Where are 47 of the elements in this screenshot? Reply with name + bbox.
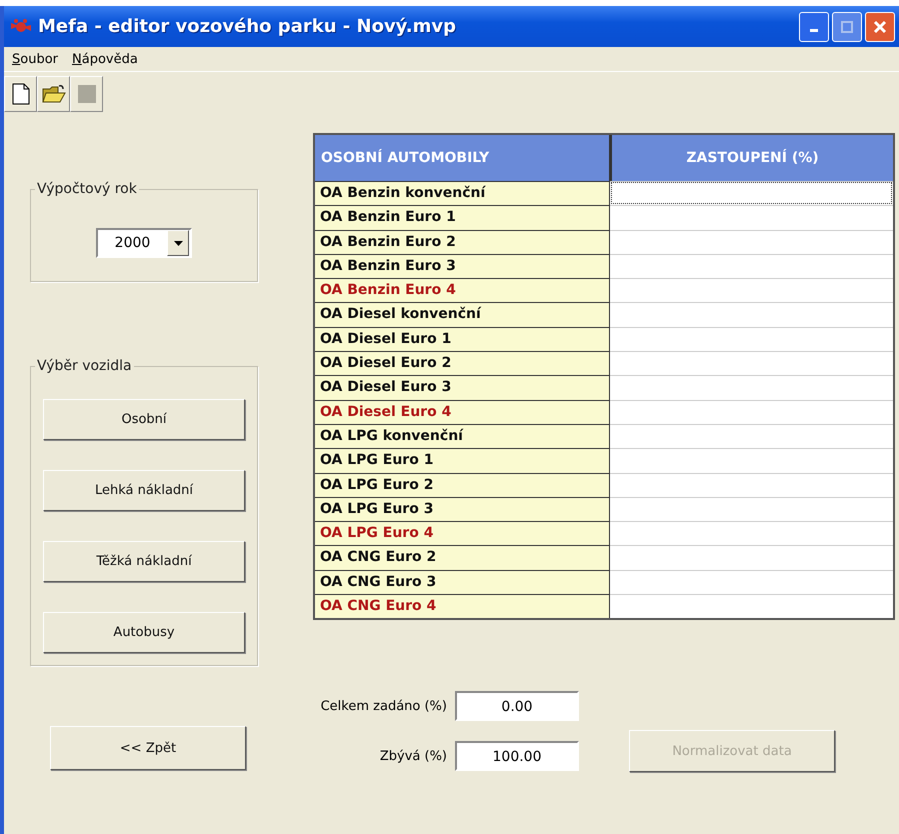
square-icon: [76, 84, 96, 104]
year-dropdown[interactable]: 2000: [96, 228, 192, 258]
app-logo-icon: [10, 18, 32, 34]
close-icon: [873, 20, 887, 34]
vehicle-button[interactable]: Osobní: [43, 399, 245, 440]
row-label: OA CNG Euro 3: [315, 570, 610, 594]
menu-item[interactable]: Nápověda: [72, 52, 138, 66]
row-label: OA Diesel Euro 2: [315, 351, 610, 376]
field-label: Celkem zadáno (%): [320, 698, 447, 714]
maximize-icon: [840, 20, 854, 34]
row-label: OA LPG Euro 2: [315, 472, 610, 497]
group-label: Výběr vozidla: [35, 358, 134, 374]
close-button[interactable]: [865, 12, 895, 42]
vehicle-button[interactable]: Lehká nákladní: [43, 470, 245, 511]
row-label: OA CNG Euro 2: [315, 545, 610, 570]
row-label: OA Benzin Euro 4: [315, 278, 610, 302]
value-cell[interactable]: [610, 181, 893, 206]
folder-icon: [42, 84, 66, 104]
window-title: Mefa - editor vozového parku - Nový.mvp: [38, 16, 457, 37]
minimize-button[interactable]: [799, 12, 829, 42]
value-field[interactable]: 0.00: [455, 691, 579, 721]
value-field[interactable]: 100.00: [455, 741, 579, 771]
row-label: OA Benzin konvenční: [315, 181, 610, 206]
menu-item[interactable]: Soubor: [12, 52, 58, 66]
row-label: OA CNG Euro 4: [315, 594, 610, 618]
row-label: OA Benzin Euro 3: [315, 254, 610, 278]
maximize-button[interactable]: [832, 12, 862, 42]
row-label: OA LPG Euro 4: [315, 521, 610, 546]
row-label: OA Benzin Euro 1: [315, 205, 610, 230]
back-button[interactable]: << Zpět: [50, 726, 246, 770]
field-label: Zbývá (%): [380, 748, 447, 764]
minimize-icon: [810, 29, 818, 32]
row-label: OA LPG Euro 3: [315, 496, 610, 522]
row-label: OA Diesel Euro 4: [315, 400, 610, 424]
dropdown-arrow-icon: [174, 240, 182, 246]
row-label: OA LPG konvenční: [315, 424, 610, 448]
row-label: OA Diesel Euro 3: [315, 375, 610, 400]
vehicle-button[interactable]: Těžká nákladní: [43, 541, 245, 582]
new-file-button[interactable]: [4, 76, 37, 112]
row-label: OA Diesel konvenční: [315, 302, 610, 327]
row-label: OA Diesel Euro 1: [315, 326, 610, 352]
group-label: Výpočtový rok: [35, 181, 139, 197]
vehicle-button[interactable]: Autobusy: [43, 612, 245, 653]
open-button[interactable]: [37, 76, 70, 112]
row-label: OA Benzin Euro 2: [315, 230, 610, 254]
row-label: OA LPG Euro 1: [315, 448, 610, 473]
page-icon: [12, 83, 30, 105]
